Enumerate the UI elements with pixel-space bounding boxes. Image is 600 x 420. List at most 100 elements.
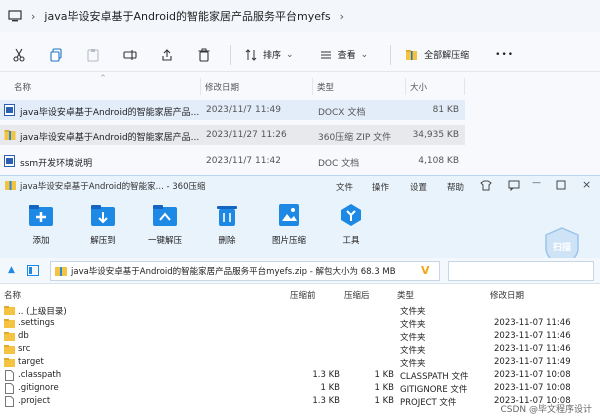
file-size: 81 KB — [432, 105, 459, 115]
extract-to-label: 解压到 — [90, 236, 116, 246]
copy-icon[interactable] — [43, 42, 69, 68]
delete-button[interactable]: 删除 — [195, 202, 259, 246]
row-date: 2023-11-07 11:46 — [494, 318, 571, 328]
doc-file-icon — [4, 155, 15, 170]
add-button[interactable]: 添加 — [9, 202, 73, 246]
view-label: 查看 — [337, 51, 356, 61]
zip-column-type[interactable]: 类型 — [397, 289, 414, 301]
delete-label: 删除 — [218, 236, 236, 246]
skin-icon[interactable] — [480, 180, 492, 194]
archive-row[interactable]: db 文件夹 2023-11-07 11:46 — [0, 330, 580, 343]
folder-icon — [4, 306, 15, 315]
row-type: PROJECT 文件 — [400, 398, 457, 408]
rename-icon[interactable] — [117, 42, 143, 68]
close-icon[interactable]: × — [582, 178, 591, 191]
breadcrumb-path[interactable]: java毕设安卓基于Android的智能家居产品服务平台myefs — [44, 8, 330, 24]
sort-up-icon: ^ — [100, 74, 106, 82]
column-divider[interactable] — [405, 78, 406, 95]
archive-path-field[interactable]: java毕设安卓基于Android的智能家居产品服务平台myefs.zip - … — [50, 261, 440, 281]
menu-operation[interactable]: 操作 — [372, 181, 389, 193]
up-arrow-icon[interactable]: ▲ — [8, 265, 15, 275]
column-name[interactable]: 名称 — [14, 81, 31, 93]
folder-icon — [4, 319, 15, 328]
dropdown-chevron-icon[interactable]: V — [418, 264, 433, 277]
zip-column-name[interactable]: 名称 — [4, 289, 21, 301]
row-after: 1 KB — [374, 370, 394, 380]
zip-title-bar[interactable]: java毕设安卓基于Android的智能家... - 360压缩 文件 操作 设… — [0, 176, 600, 196]
archive-row[interactable]: .gitignore 1 KB 1 KB GITIGNORE 文件 2023-1… — [0, 382, 580, 395]
view-toggle-icon[interactable] — [27, 265, 39, 279]
archive-row[interactable]: target 文件夹 2023-11-07 11:49 — [0, 356, 580, 369]
column-size[interactable]: 大小 — [410, 81, 427, 93]
image-compress-label: 图片压缩 — [271, 236, 306, 246]
file-row[interactable]: java毕设安卓基于Android的智能家居产品... 2023/11/7 11… — [0, 100, 465, 120]
view-button[interactable]: 查看 ⌄ — [314, 42, 375, 68]
archive-row[interactable]: src 文件夹 2023-11-07 11:46 — [0, 343, 580, 356]
file-row[interactable]: java毕设安卓基于Android的智能家居产品... 2023/11/27 1… — [0, 125, 465, 145]
zip-ribbon: 添加 解压到 一键解压 删除 图片压缩 工具 扫描 — [0, 196, 600, 266]
archive-search-input[interactable] — [448, 261, 594, 281]
address-bar[interactable]: › java毕设安卓基于Android的智能家居产品服务平台myefs › — [0, 0, 600, 32]
archive-row[interactable]: .classpath 1.3 KB 1 KB CLASSPATH 文件 2023… — [0, 369, 580, 382]
toolbar-divider — [230, 44, 231, 65]
minimize-icon[interactable]: — — [532, 178, 541, 188]
image-compress-button[interactable]: 图片压缩 — [257, 202, 321, 246]
add-icon — [28, 202, 54, 228]
column-date[interactable]: 修改日期 — [205, 81, 239, 93]
message-icon[interactable] — [508, 180, 520, 194]
column-type[interactable]: 类型 — [317, 81, 334, 93]
sort-icon — [245, 48, 257, 61]
file-icon — [5, 396, 14, 407]
column-divider[interactable] — [200, 78, 201, 95]
row-name: .settings — [18, 318, 55, 328]
zip-column-after[interactable]: 压缩后 — [344, 289, 370, 301]
row-date: 2023-11-07 11:46 — [494, 331, 571, 341]
menu-help[interactable]: 帮助 — [447, 181, 464, 193]
one-click-extract-button[interactable]: 一键解压 — [133, 202, 197, 246]
file-name: java毕设安卓基于Android的智能家居产品... — [20, 108, 200, 118]
breadcrumb-expand-chevron-icon[interactable]: › — [340, 10, 344, 23]
extract-all-button[interactable]: 全部解压缩 — [399, 42, 475, 68]
extract-to-button[interactable]: 解压到 — [71, 202, 135, 246]
chevron-down-icon: ⌄ — [360, 49, 369, 60]
menu-file[interactable]: 文件 — [336, 181, 353, 193]
zip-column-modified[interactable]: 修改日期 — [490, 289, 524, 301]
breadcrumb-chevron-icon: › — [31, 9, 36, 23]
menu-settings[interactable]: 设置 — [410, 181, 427, 193]
zip-column-headers: 名称 压缩前 压缩后 类型 修改日期 — [0, 287, 600, 301]
scan-label: 扫描 — [552, 243, 571, 253]
delete-icon[interactable] — [191, 42, 217, 68]
zip-path-bar: ▲ java毕设安卓基于Android的智能家居产品服务平台myefs.zip … — [0, 258, 600, 284]
row-date: 2023-11-07 10:08 — [494, 383, 571, 393]
paste-icon[interactable] — [80, 42, 106, 68]
tools-button[interactable]: 工具 — [319, 202, 383, 246]
archive-row[interactable]: .settings 文件夹 2023-11-07 11:46 — [0, 317, 580, 330]
share-icon[interactable] — [154, 42, 180, 68]
computer-icon[interactable] — [8, 10, 22, 22]
image-compress-icon — [276, 202, 302, 228]
file-row[interactable]: ssm开发环境说明 2023/11/7 11:42 DOC 文档 4,108 K… — [0, 151, 465, 171]
file-type: DOCX 文档 — [318, 108, 366, 118]
row-name: .. (上级目录) — [18, 307, 67, 317]
maximize-icon[interactable] — [556, 180, 566, 193]
folder-icon — [4, 358, 15, 367]
folder-icon — [4, 332, 15, 341]
tools-icon — [338, 202, 364, 228]
cut-icon[interactable] — [6, 42, 32, 68]
row-type: 文件夹 — [400, 333, 426, 343]
archive-row[interactable]: .project 1.3 KB 1 KB PROJECT 文件 2023-11-… — [0, 395, 580, 408]
one-click-extract-icon — [152, 202, 178, 228]
chevron-down-icon: ⌄ — [286, 49, 294, 60]
sort-button[interactable]: 排序 ⌄ — [239, 42, 300, 68]
archive-icon — [55, 266, 67, 280]
row-name: .classpath — [18, 370, 62, 380]
row-after: 1 KB — [374, 396, 394, 406]
zip-column-before[interactable]: 压缩前 — [290, 289, 316, 301]
column-divider[interactable] — [312, 78, 313, 95]
file-date: 2023/11/27 11:26 — [206, 130, 287, 140]
row-after: 1 KB — [374, 383, 394, 393]
more-options-button[interactable]: ••• — [489, 42, 520, 68]
column-divider[interactable] — [464, 78, 465, 95]
archive-row[interactable]: .. (上级目录) 文件夹 — [0, 304, 580, 317]
toolbar-divider — [390, 44, 392, 65]
